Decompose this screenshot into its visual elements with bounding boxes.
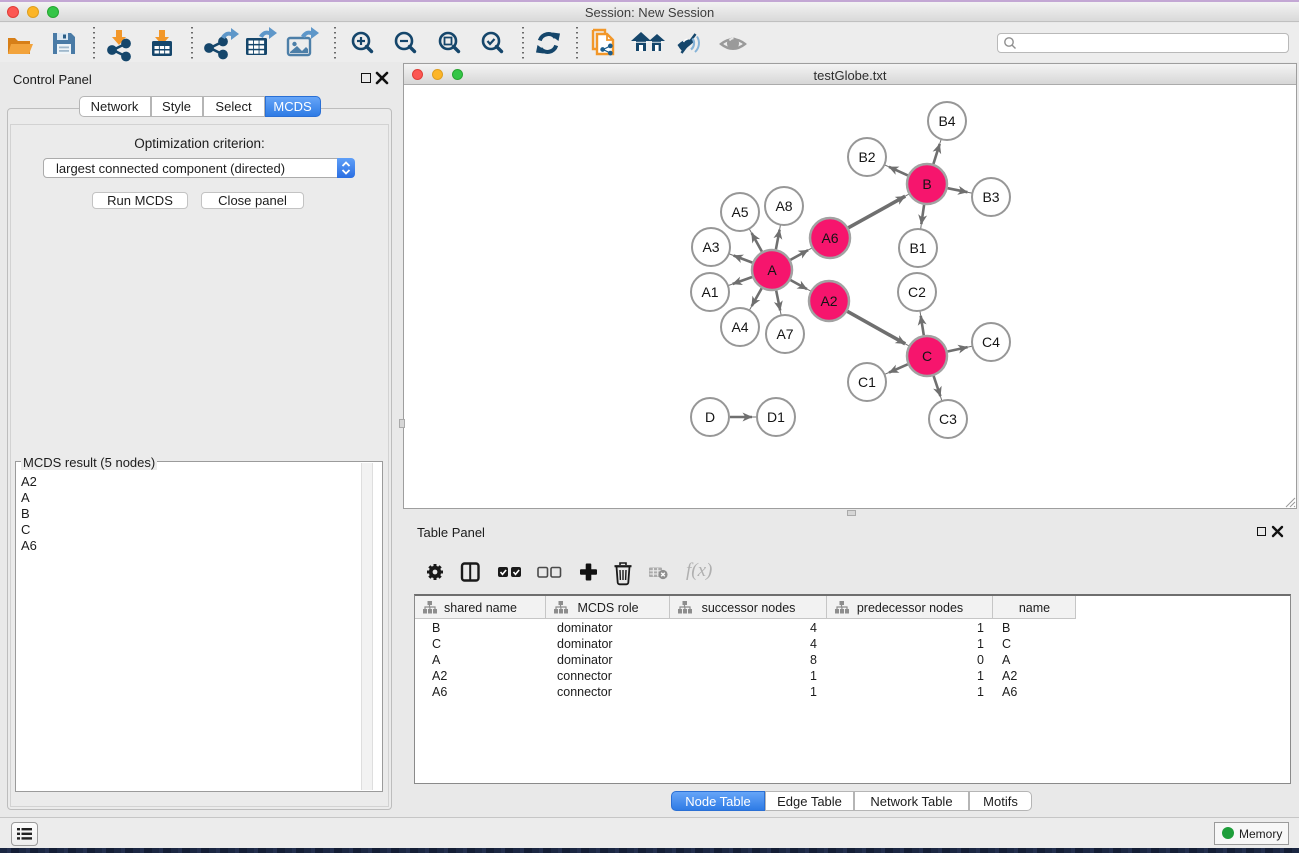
svg-text:B1: B1: [909, 240, 926, 256]
svg-text:D: D: [705, 409, 715, 425]
svg-text:C3: C3: [939, 411, 957, 427]
svg-text:C1: C1: [858, 374, 876, 390]
svg-text:A1: A1: [701, 284, 718, 300]
svg-text:A3: A3: [702, 239, 719, 255]
svg-text:C4: C4: [982, 334, 1000, 350]
svg-text:B4: B4: [938, 113, 955, 129]
svg-text:A7: A7: [776, 326, 793, 342]
svg-text:B2: B2: [858, 149, 875, 165]
svg-text:C: C: [922, 348, 932, 364]
svg-text:D1: D1: [767, 409, 785, 425]
svg-text:C2: C2: [908, 284, 926, 300]
svg-text:A6: A6: [821, 230, 838, 246]
svg-text:A8: A8: [775, 198, 792, 214]
svg-text:B: B: [922, 176, 931, 192]
svg-text:A2: A2: [820, 293, 837, 309]
svg-text:B3: B3: [982, 189, 999, 205]
svg-text:A5: A5: [731, 204, 748, 220]
svg-text:A: A: [767, 262, 777, 278]
svg-text:A4: A4: [731, 319, 748, 335]
